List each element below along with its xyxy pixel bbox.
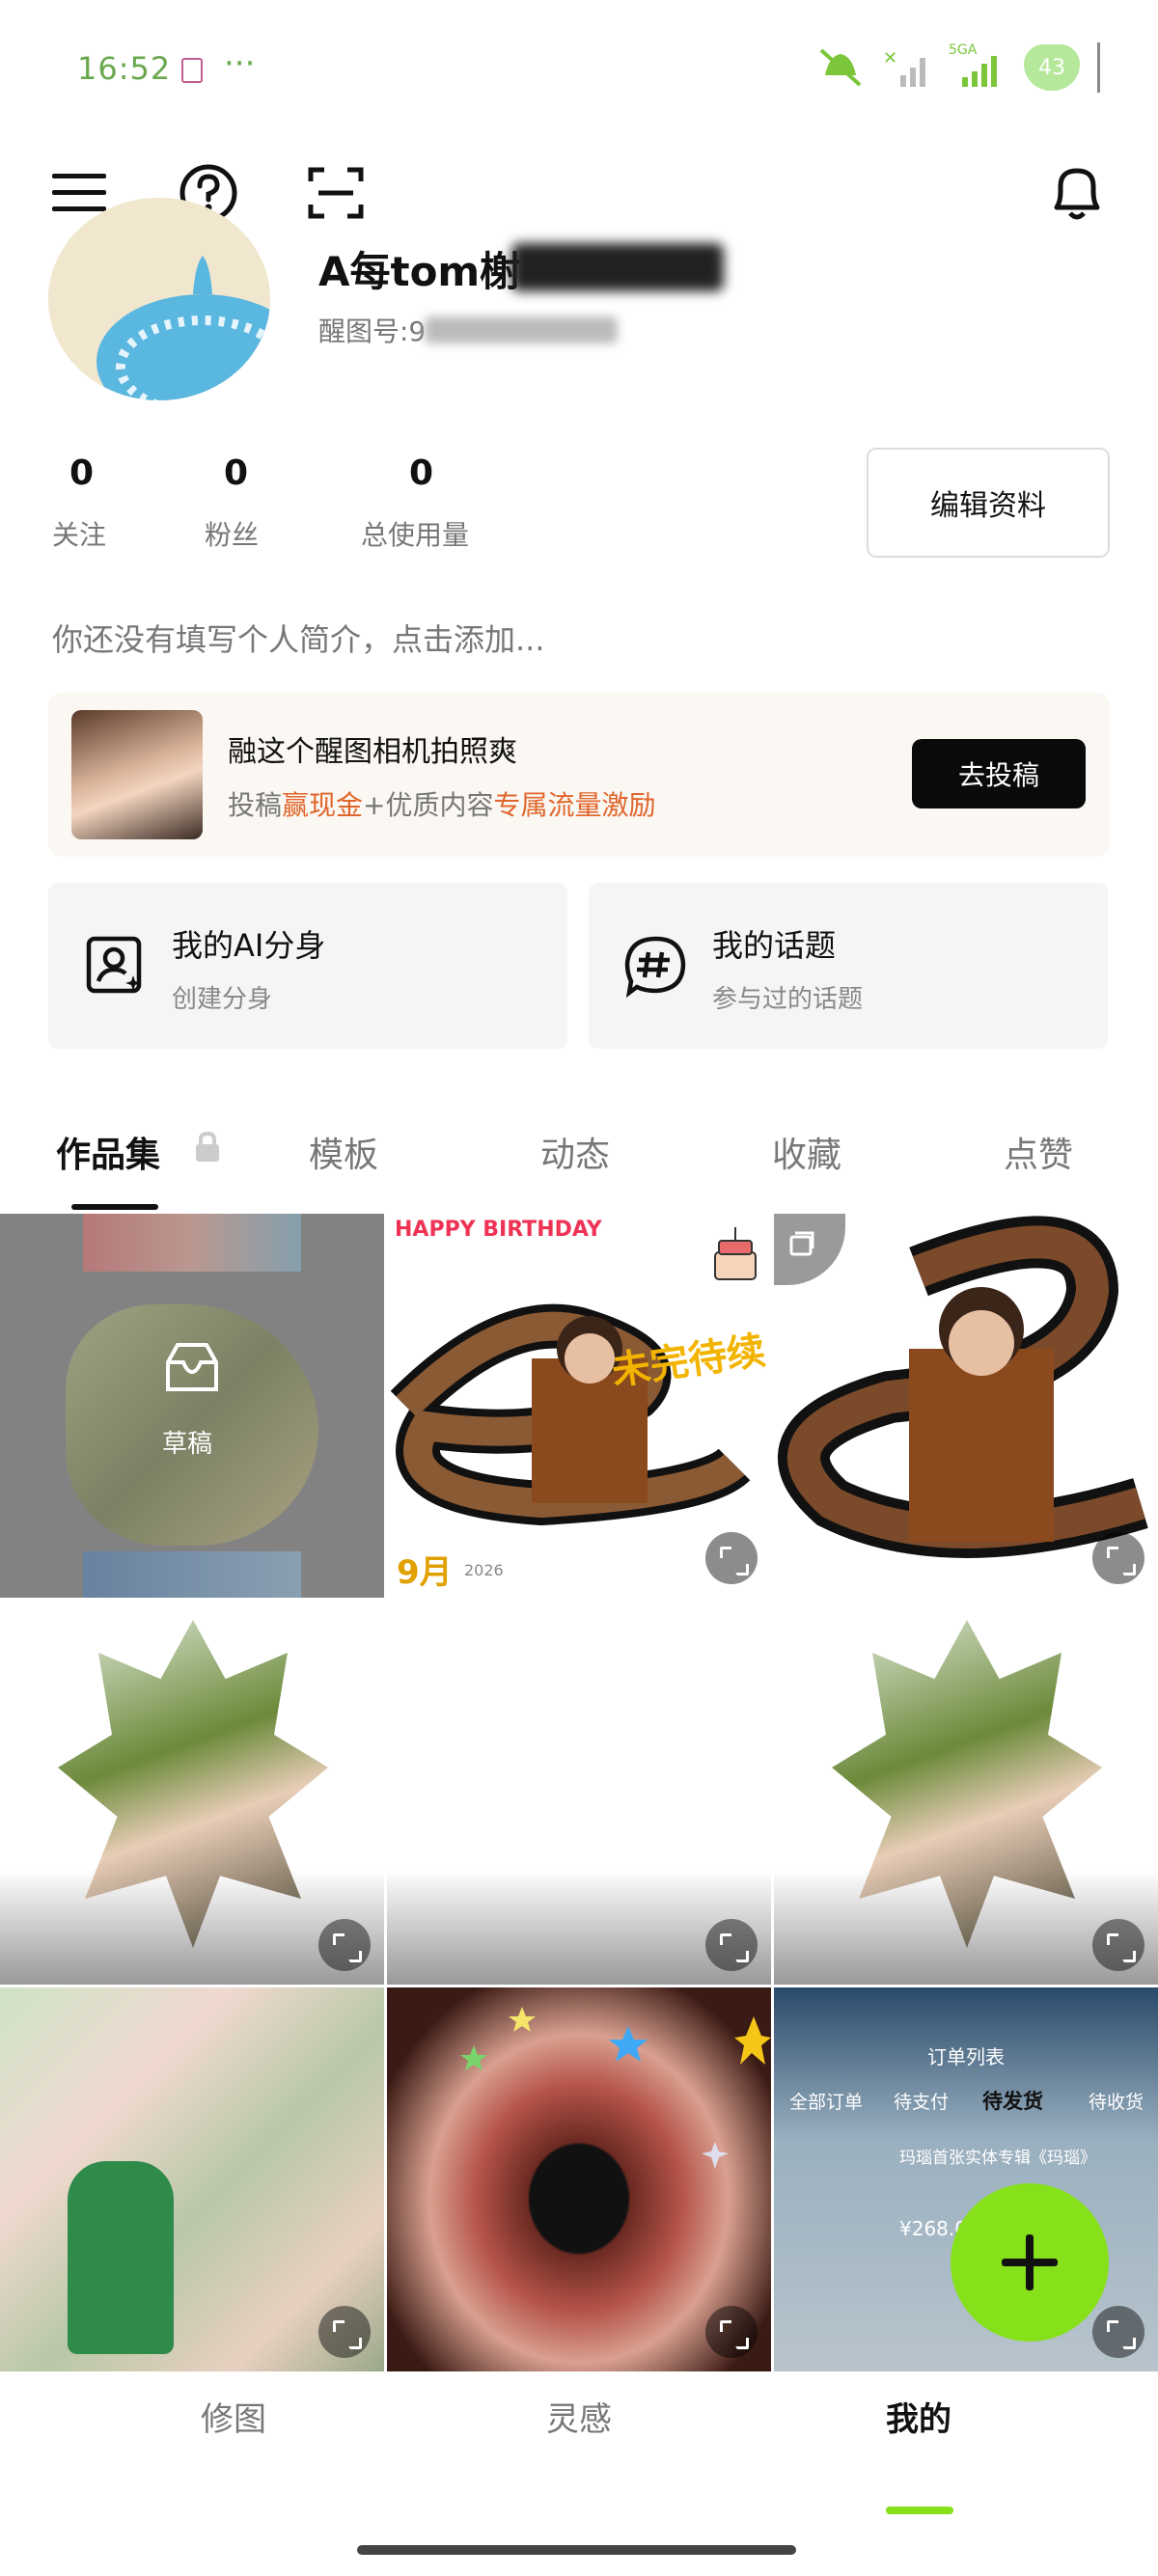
leaf-collage (832, 1620, 1102, 1948)
my-topics-title: 我的话题 (712, 927, 837, 964)
tab-posts[interactable]: 动态 (540, 1127, 610, 1177)
name-redaction (511, 243, 724, 291)
avatar[interactable] (48, 198, 270, 400)
grid-item-leaf-2[interactable] (774, 1601, 1158, 1985)
calendar-year: 2026 (464, 1561, 504, 1579)
status-right-icons: ✕ 5GA 43 (815, 39, 1100, 96)
order-tab-unpaid: 待支付 (894, 2092, 950, 2113)
profile-name: A每tom榭 (318, 248, 521, 295)
promo-subtitle-prefix: 投稿 (228, 789, 283, 821)
promo-thumbnail (71, 710, 203, 839)
expand-icon[interactable] (318, 1919, 371, 1971)
edit-profile-button[interactable]: 编辑资料 (867, 448, 1110, 558)
grid-item-leaf-1[interactable] (0, 1601, 384, 1985)
promo-highlight-cash: 赢现金 (282, 789, 364, 821)
birthday-title: HAPPY BIRTHDAY (395, 1218, 602, 1242)
home-indicator[interactable] (357, 2545, 796, 2555)
my-topics-subtitle: 参与过的话题 (712, 985, 864, 1014)
ai-avatar-card[interactable]: 我的AI分身 创建分身 (48, 883, 567, 1049)
status-time: 16:52 (77, 50, 172, 87)
status-bar: 16:52 ··· ✕ 5GA 43 (0, 0, 1158, 135)
grid-item-blank[interactable] (387, 1601, 771, 1985)
signal-icon: 5GA (949, 42, 1006, 89)
nav-edit[interactable]: 修图 (201, 2393, 266, 2440)
expand-icon[interactable] (1092, 1919, 1144, 1971)
draft-label: 草稿 (162, 1430, 213, 1459)
collage-figure (68, 2161, 174, 2354)
grid-item-film[interactable] (774, 1214, 1158, 1598)
create-button[interactable] (951, 2183, 1109, 2342)
expand-icon[interactable] (1092, 1532, 1144, 1584)
nav-inspiration[interactable]: 灵感 (546, 2393, 612, 2440)
grid-item-collage[interactable] (0, 1987, 384, 2371)
stat-usage-label: 总使用量 (361, 519, 470, 551)
expand-icon[interactable] (1092, 2306, 1144, 2358)
profile-id[interactable]: 醒图号:9 (318, 311, 426, 349)
scan-icon[interactable] (305, 162, 367, 224)
lock-icon (196, 1131, 219, 1162)
svg-text:✕: ✕ (883, 48, 897, 69)
expand-icon[interactable] (705, 1919, 758, 1971)
tab-portfolio[interactable]: 作品集 (56, 1127, 160, 1177)
tab-likes[interactable]: 点赞 (1004, 1127, 1073, 1177)
expand-icon[interactable] (705, 2306, 758, 2358)
tab-templates[interactable]: 模板 (309, 1127, 378, 1177)
promo-title: 融这个醒图相机拍照爽 (228, 735, 517, 769)
wifi-off-icon: ✕ (883, 48, 925, 87)
order-product: 玛瑙首张实体专辑《玛瑙》 (899, 2149, 1096, 2168)
bell-icon[interactable] (1046, 162, 1108, 224)
stat-followers-count[interactable]: 0 (224, 453, 248, 493)
tab-favorites[interactable]: 收藏 (772, 1127, 841, 1177)
multi-image-icon (789, 1231, 814, 1256)
plus-icon (1002, 2234, 1058, 2290)
order-tab-to-ship: 待发货 (982, 2090, 1043, 2113)
promo-subtitle: 投稿赢现金+优质内容专属流量激励 (228, 784, 656, 823)
draft-box-icon (166, 1343, 218, 1391)
mute-icon (819, 48, 862, 87)
nav-active-indicator (886, 2507, 953, 2514)
hashtag-icon (623, 933, 689, 999)
calendar-month: 9月 (397, 1553, 453, 1592)
id-redaction (425, 316, 618, 343)
submit-post-button[interactable]: 去投稿 (912, 739, 1086, 808)
battery-heart-icon: 43 (1024, 44, 1080, 91)
leaf-collage (58, 1620, 328, 1948)
bio-placeholder[interactable]: 你还没有填写个人简介，点击添加... (52, 616, 545, 660)
stat-following-label: 关注 (52, 519, 107, 551)
expand-icon[interactable] (705, 1532, 758, 1584)
stat-followers-label: 粉丝 (205, 519, 260, 551)
battery-level: 43 (1038, 55, 1065, 80)
grid-item-birthday[interactable]: HAPPY BIRTHDAY 未完待续 9月 2026 (387, 1214, 771, 1598)
stat-following-count[interactable]: 0 (69, 453, 94, 493)
promo-subtitle-mid: +优质内容 (363, 789, 494, 821)
promo-highlight-traffic: 专属流量激励 (493, 789, 656, 821)
order-header: 订单列表 (927, 2045, 1005, 2069)
stat-usage-count[interactable]: 0 (409, 453, 433, 493)
cake-icon (714, 1227, 757, 1280)
status-more-dots: ··· (224, 44, 256, 83)
draft-overlay (0, 1214, 384, 1598)
tab-active-indicator (71, 1204, 158, 1210)
order-tab-to-receive: 待收货 (1089, 2092, 1144, 2113)
expand-icon[interactable] (318, 2306, 371, 2358)
sim-card-icon (181, 58, 203, 83)
grid-item-order-screenshot[interactable]: 订单列表 全部订单 待支付 待发货 待收货 玛瑙首张实体专辑《玛瑙》 ¥268.… (774, 1987, 1158, 2371)
draft-cell[interactable]: 草稿 (0, 1214, 384, 1598)
film-strip-graphic (390, 1303, 751, 1526)
ai-avatar-title: 我的AI分身 (172, 927, 326, 964)
my-topics-card[interactable]: 我的话题 参与过的话题 (589, 883, 1108, 1049)
status-divider (1097, 42, 1100, 93)
order-tab-all: 全部订单 (789, 2092, 864, 2113)
ai-avatar-icon (83, 933, 149, 999)
grid-item-eye[interactable] (387, 1987, 771, 2371)
ai-avatar-subtitle: 创建分身 (172, 985, 273, 1014)
nav-me[interactable]: 我的 (886, 2393, 951, 2440)
promo-banner[interactable]: 融这个醒图相机拍照爽 投稿赢现金+优质内容专属流量激励 去投稿 (48, 693, 1110, 857)
